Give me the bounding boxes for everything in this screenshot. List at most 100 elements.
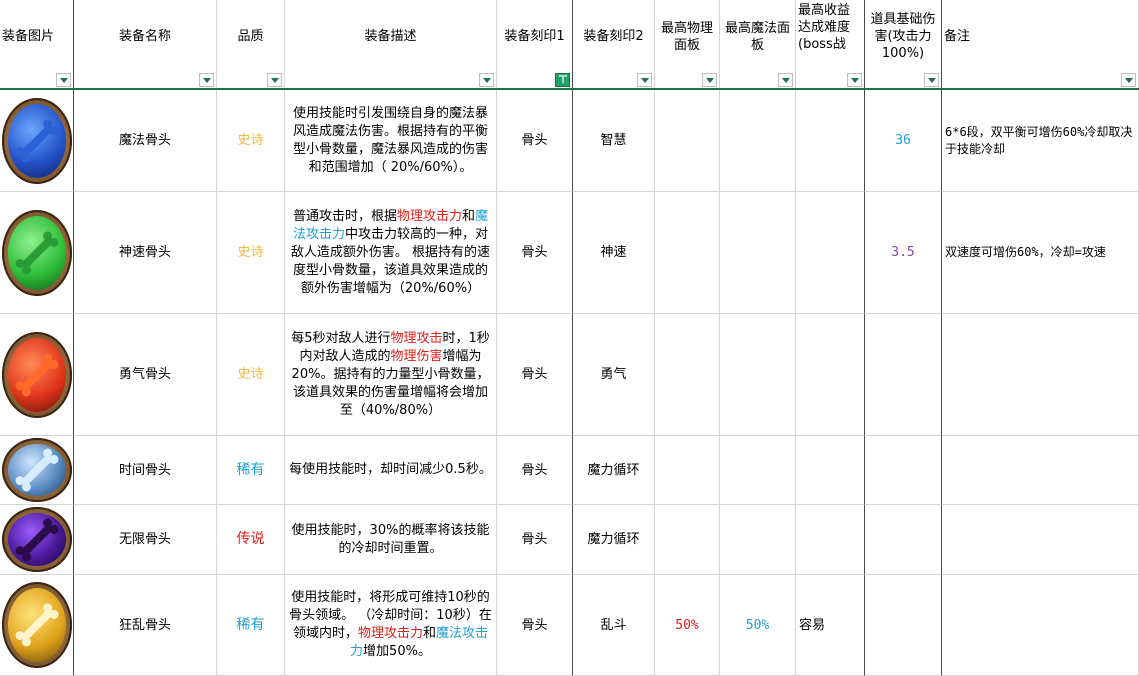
cell-imprint1[interactable]: 骨头: [497, 436, 573, 505]
value-imprint2: 魔力循环: [587, 462, 640, 478]
cell-name[interactable]: 神速骨头: [74, 192, 217, 314]
cell-name[interactable]: 无限骨头: [74, 505, 217, 575]
cell-desc[interactable]: 每使用技能时，却时间减少0.5秒。: [285, 436, 497, 505]
cell-note[interactable]: [942, 436, 1139, 505]
filter-dropdown-icon-base_dmg[interactable]: [924, 73, 939, 87]
cell-imprint1[interactable]: 骨头: [497, 575, 573, 676]
header-imprint1[interactable]: 装备刻印1: [497, 0, 573, 90]
header-desc[interactable]: 装备描述: [285, 0, 497, 90]
cell-base_dmg[interactable]: [865, 505, 942, 575]
cell-image[interactable]: [0, 505, 74, 575]
cell-name[interactable]: 魔法骨头: [74, 90, 217, 192]
header-label-max_diff: 最高收益达成难度(boss战: [798, 3, 851, 52]
cell-max_diff[interactable]: [796, 314, 865, 436]
cell-base_dmg[interactable]: 36: [865, 90, 942, 192]
value-imprint1: 骨头: [521, 617, 548, 633]
cell-note[interactable]: [942, 314, 1139, 436]
highlight-red: 物理伤害: [390, 348, 443, 364]
spreadsheet-grid: 装备图片 装备名称 品质 装备描述 装备刻印1 装备刻印2 最高物理面板最高魔法面板最高收益…: [0, 0, 1139, 676]
header-max_phys[interactable]: 最高物理面板: [655, 0, 720, 90]
filter-dropdown-icon-max_phys[interactable]: [702, 73, 717, 87]
cell-desc[interactable]: 每5秒对敌人进行物理攻击时，1秒内对敌人造成的物理伤害增幅为20%。据持有的力量…: [285, 314, 497, 436]
cell-base_dmg[interactable]: [865, 314, 942, 436]
cell-max_phys[interactable]: [655, 314, 720, 436]
header-label-imprint2: 装备刻印2: [583, 29, 644, 44]
cell-image[interactable]: [0, 192, 74, 314]
cell-note[interactable]: [942, 575, 1139, 676]
cell-image[interactable]: [0, 575, 74, 676]
cell-quality[interactable]: 史诗: [217, 314, 285, 436]
cell-name[interactable]: 时间骨头: [74, 436, 217, 505]
cell-desc[interactable]: 使用技能时，将形成可维持10秒的骨头领域。 （冷却时间：10秒）在领域内时，物理…: [285, 575, 497, 676]
cell-image[interactable]: [0, 90, 74, 192]
cell-imprint2[interactable]: 魔力循环: [573, 436, 655, 505]
cell-max_phys[interactable]: [655, 436, 720, 505]
cell-desc[interactable]: 使用技能时引发围绕自身的魔法暴风造成魔法伤害。根据持有的平衡型小骨数量，魔法暴风…: [285, 90, 497, 192]
header-imprint2[interactable]: 装备刻印2: [573, 0, 655, 90]
cell-max_magic[interactable]: [720, 314, 796, 436]
filter-dropdown-icon-note[interactable]: [1121, 73, 1136, 87]
cell-base_dmg[interactable]: 3.5: [865, 192, 942, 314]
header-base_dmg[interactable]: 道具基础伤害(攻击力100%): [865, 0, 942, 90]
filter-dropdown-icon-image[interactable]: [56, 73, 71, 87]
filter-dropdown-icon-imprint2[interactable]: [637, 73, 652, 87]
cell-imprint1[interactable]: 骨头: [497, 90, 573, 192]
cell-max_diff[interactable]: [796, 436, 865, 505]
cell-note[interactable]: 6*6段，双平衡可增伤60%冷却取决于技能冷却: [942, 90, 1139, 192]
filter-dropdown-icon-max_magic[interactable]: [778, 73, 793, 87]
header-image[interactable]: 装备图片: [0, 0, 74, 90]
cell-quality[interactable]: 史诗: [217, 90, 285, 192]
cell-desc[interactable]: 普通攻击时，根据物理攻击力和魔法攻击力中攻击力较高的一种，对敌人造成额外伤害。 …: [285, 192, 497, 314]
cell-quality[interactable]: 稀有: [217, 575, 285, 676]
cell-max_magic[interactable]: 50%: [720, 575, 796, 676]
cell-imprint2[interactable]: 智慧: [573, 90, 655, 192]
cell-max_diff[interactable]: 容易: [796, 575, 865, 676]
filter-dropdown-icon-name[interactable]: [199, 73, 214, 87]
cell-max_magic[interactable]: [720, 192, 796, 314]
cell-max_phys[interactable]: [655, 505, 720, 575]
cell-image[interactable]: [0, 314, 74, 436]
header-max_magic[interactable]: 最高魔法面板: [720, 0, 796, 90]
cell-quality[interactable]: 史诗: [217, 192, 285, 314]
desc-text: 每5秒对敌人进行: [291, 330, 391, 346]
header-note[interactable]: 备注: [942, 0, 1139, 90]
cell-imprint2[interactable]: 神速: [573, 192, 655, 314]
equipment-description: 每5秒对敌人进行物理攻击时，1秒内对敌人造成的物理伤害增幅为20%。据持有的力量…: [285, 330, 496, 420]
header-quality[interactable]: 品质: [217, 0, 285, 90]
header-name[interactable]: 装备名称: [74, 0, 217, 90]
cell-max_phys[interactable]: [655, 192, 720, 314]
cell-max_magic[interactable]: [720, 436, 796, 505]
cell-max_phys[interactable]: 50%: [655, 575, 720, 676]
header-max_diff[interactable]: 最高收益达成难度(boss战: [796, 0, 865, 90]
cell-note[interactable]: [942, 505, 1139, 575]
cell-name[interactable]: 勇气骨头: [74, 314, 217, 436]
filter-dropdown-icon-desc[interactable]: [479, 73, 494, 87]
cell-imprint2[interactable]: 乱斗: [573, 575, 655, 676]
filter-active-icon-imprint1[interactable]: [555, 73, 570, 87]
cell-max_diff[interactable]: [796, 192, 865, 314]
equipment-description: 使用技能时，将形成可维持10秒的骨头领域。 （冷却时间：10秒）在领域内时，物理…: [285, 589, 496, 661]
cell-note[interactable]: 双速度可增伤60%，冷却=攻速: [942, 192, 1139, 314]
red-bone-icon: [1, 331, 72, 418]
cell-max_diff[interactable]: [796, 90, 865, 192]
cell-quality[interactable]: 稀有: [217, 436, 285, 505]
cell-max_phys[interactable]: [655, 90, 720, 192]
cell-quality[interactable]: 传说: [217, 505, 285, 575]
cell-imprint1[interactable]: 骨头: [497, 314, 573, 436]
cell-image[interactable]: [0, 436, 74, 505]
cell-base_dmg[interactable]: [865, 436, 942, 505]
cell-max_magic[interactable]: [720, 90, 796, 192]
equipment-description: 使用技能时引发围绕自身的魔法暴风造成魔法伤害。根据持有的平衡型小骨数量，魔法暴风…: [285, 105, 496, 177]
cell-desc[interactable]: 使用技能时，30%的概率将该技能的冷却时间重置。: [285, 505, 497, 575]
cell-imprint1[interactable]: 骨头: [497, 505, 573, 575]
cell-imprint1[interactable]: 骨头: [497, 192, 573, 314]
cell-imprint2[interactable]: 魔力循环: [573, 505, 655, 575]
value-name: 神速骨头: [118, 245, 171, 260]
cell-imprint2[interactable]: 勇气: [573, 314, 655, 436]
cell-name[interactable]: 狂乱骨头: [74, 575, 217, 676]
cell-max_magic[interactable]: [720, 505, 796, 575]
cell-max_diff[interactable]: [796, 505, 865, 575]
filter-dropdown-icon-max_diff[interactable]: [847, 73, 862, 87]
cell-base_dmg[interactable]: [865, 575, 942, 676]
filter-dropdown-icon-quality[interactable]: [267, 73, 282, 87]
